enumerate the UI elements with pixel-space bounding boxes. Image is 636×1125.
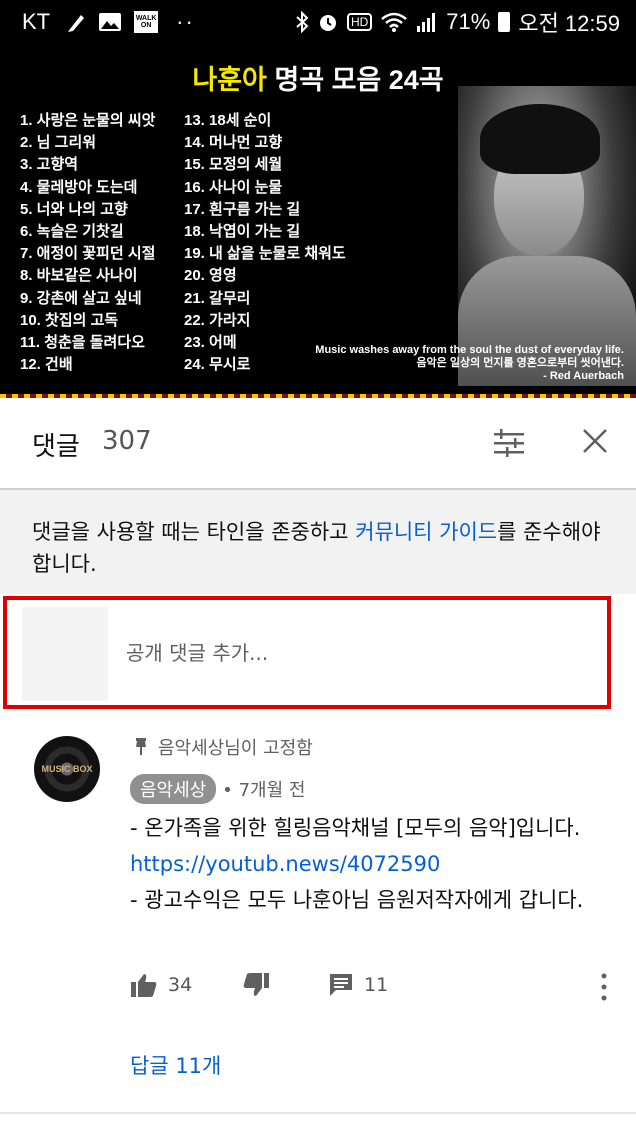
more-notifications-icon: ·· bbox=[176, 9, 195, 34]
walk-on-icon: WALK ON bbox=[134, 11, 159, 33]
comments-header: 댓글 307 bbox=[0, 398, 636, 490]
add-comment-input[interactable] bbox=[126, 641, 586, 665]
pen-icon bbox=[68, 15, 85, 32]
quote-korean: 음악은 일상의 먼지를 영혼으로부터 씻어낸다. bbox=[416, 357, 624, 369]
comment-line-2: - 광고수익은 모두 나훈아님 음원저작자에게 갑니다. bbox=[130, 888, 584, 912]
song-item: 4. 물레방아 도는데 bbox=[20, 178, 138, 196]
community-guidelines-notice: 댓글을 사용할 때는 타인을 존중하고 커뮤니티 가이드를 준수해야 합니다. bbox=[0, 490, 636, 594]
reply-count: 11 bbox=[364, 974, 389, 996]
comment-line-1: - 온가족을 위한 힐링음악채널 [모두의 음악]입니다. bbox=[130, 816, 581, 840]
song-item: 1. 사랑은 눈물의 씨앗 bbox=[20, 112, 156, 129]
guidelines-text: 댓글을 사용할 때는 타인을 존중하고 커뮤니티 가이드를 준수해야 합니다. bbox=[32, 516, 602, 580]
song-item: 5. 너와 나의 고향 bbox=[20, 200, 128, 218]
signal-icon bbox=[417, 13, 436, 32]
like-button[interactable]: 34 bbox=[130, 972, 192, 998]
song-item: 12. 건배 bbox=[20, 356, 73, 374]
dislike-button[interactable] bbox=[242, 972, 270, 998]
system-icons: HD 71% 오전 12:59 bbox=[295, 6, 620, 38]
status-bar: KT WALK ON ·· HD 71% 오전 12:59 bbox=[0, 0, 636, 44]
pinned-text: 음악세상님이 고정함 bbox=[158, 738, 313, 759]
notification-icons: WALK ON ·· bbox=[66, 9, 195, 35]
song-item: 21. 갈무리 bbox=[184, 289, 251, 307]
bluetooth-icon bbox=[296, 11, 309, 33]
song-item: 15. 모정의 세월 bbox=[184, 156, 283, 174]
video-title-rest: 명곡 모음 24곡 bbox=[266, 65, 444, 95]
comments-title: 댓글 bbox=[32, 432, 80, 462]
like-count: 34 bbox=[168, 974, 193, 996]
thumbs-up-icon bbox=[131, 974, 157, 997]
song-item: 16. 사나이 눈물 bbox=[184, 178, 283, 196]
battery-icon bbox=[498, 12, 511, 32]
song-item: 10. 찻집의 고독 bbox=[20, 311, 119, 329]
quote-english: Music washes away from the soul the dust… bbox=[315, 344, 624, 356]
song-item: 2. 님 그리워 bbox=[20, 134, 97, 152]
comment-meta: 음악세상 • 7개월 전 bbox=[130, 774, 305, 804]
thumbs-down-icon bbox=[243, 973, 269, 996]
song-list-right: 13. 18세 순이 14. 머나먼 고향 15. 모정의 세월 16. 사나이 눈물… bbox=[184, 110, 346, 376]
commenter-avatar[interactable]: MUSIC BOX bbox=[34, 736, 100, 802]
song-item: 8. 바보같은 사나이 bbox=[20, 267, 138, 285]
pin-icon bbox=[136, 738, 146, 755]
divider bbox=[0, 1112, 636, 1114]
song-item: 7. 애정이 꽃피던 시절 bbox=[20, 245, 156, 263]
close-icon[interactable] bbox=[578, 424, 612, 458]
more-vert-icon[interactable] bbox=[600, 972, 608, 1002]
view-replies-link[interactable]: 답글 11개 bbox=[130, 1050, 221, 1080]
reply-icon bbox=[330, 974, 352, 996]
pinned-label: 음악세상님이 고정함 bbox=[134, 734, 313, 760]
user-avatar bbox=[22, 607, 108, 701]
song-item: 9. 강촌에 살고 싶네 bbox=[20, 289, 142, 307]
image-icon bbox=[99, 13, 122, 31]
comment-time: • 7개월 전 bbox=[222, 780, 306, 801]
song-item: 17. 흰구름 가는 길 bbox=[184, 200, 301, 218]
sort-icon[interactable] bbox=[492, 426, 526, 460]
hd-badge: HD bbox=[346, 13, 373, 31]
video-player[interactable]: 나훈아 명곡 모음 24곡 1. 사랑은 눈물의 씨앗 2. 님 그리워 3. 고향… bbox=[0, 44, 636, 398]
song-item: 13. 18세 순이 bbox=[184, 112, 272, 129]
quote-author: - Red Auerbach bbox=[543, 370, 624, 382]
video-quote: Music washes away from the soul the dust… bbox=[315, 344, 624, 383]
song-item: 22. 가라지 bbox=[184, 311, 251, 329]
song-item: 3. 고향역 bbox=[20, 156, 79, 174]
alarm-icon bbox=[319, 15, 336, 31]
avatar-label: MUSIC BOX bbox=[41, 764, 93, 774]
comment-author[interactable]: 음악세상 bbox=[130, 774, 217, 804]
song-item: 6. 녹슬은 기찻길 bbox=[20, 223, 124, 241]
video-title-name: 나훈아 bbox=[192, 65, 267, 95]
add-comment-row[interactable] bbox=[22, 607, 610, 701]
song-item: 14. 머나먼 고향 bbox=[184, 134, 283, 152]
song-item: 20. 영영 bbox=[184, 267, 237, 285]
community-guidelines-link[interactable]: 커뮤니티 가이드 bbox=[355, 520, 497, 544]
song-item: 11. 청춘을 돌려다오 bbox=[20, 334, 145, 352]
song-item: 19. 내 삶을 눈물로 채워도 bbox=[184, 245, 346, 263]
comment-link[interactable]: https://youtub.news/4072590 bbox=[130, 852, 440, 876]
comments-count: 307 bbox=[102, 426, 152, 456]
comment-body: - 온가족을 위한 힐링음악채널 [모두의 음악]입니다. https://yo… bbox=[130, 810, 610, 918]
singer-photo bbox=[458, 86, 636, 386]
guidelines-before: 댓글을 사용할 때는 타인을 존중하고 bbox=[32, 520, 356, 544]
reply-button[interactable]: 11 bbox=[328, 972, 388, 998]
clock: 오전 12:59 bbox=[518, 11, 620, 36]
comment-actions: 34 11 bbox=[130, 972, 620, 1004]
song-item: 18. 낙엽이 가는 길 bbox=[184, 223, 301, 241]
carrier-label: KT bbox=[22, 9, 51, 34]
battery-percent: 71% bbox=[446, 9, 491, 34]
song-list-left: 1. 사랑은 눈물의 씨앗 2. 님 그리워 3. 고향역 4. 물레방아 도는데 5.… bbox=[20, 110, 155, 376]
wifi-icon bbox=[381, 12, 408, 32]
